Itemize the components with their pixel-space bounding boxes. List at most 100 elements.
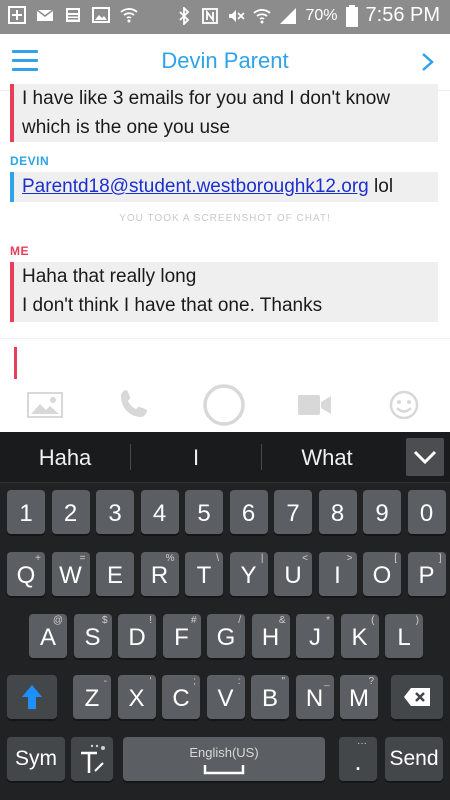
- message-line: Haha that really long: [22, 266, 197, 287]
- key-m[interactable]: ? M: [340, 675, 378, 719]
- suggestion-i[interactable]: I: [131, 432, 261, 482]
- key-label: I: [334, 562, 341, 589]
- key-label: U: [284, 562, 302, 589]
- sender-label: DEVIN: [10, 154, 50, 168]
- key-b[interactable]: " B: [251, 675, 289, 719]
- suggestion-haha[interactable]: Haha: [0, 432, 130, 482]
- key-label: 2: [63, 500, 78, 527]
- key-label: D: [128, 624, 146, 651]
- chat-title[interactable]: Devin Parent: [0, 48, 450, 74]
- key-label: H: [261, 624, 280, 651]
- key-2[interactable]: 2: [51, 490, 90, 534]
- key-label: J: [309, 624, 321, 651]
- chevron-right-icon[interactable]: [420, 52, 436, 72]
- news-icon: [66, 8, 80, 22]
- battery-percent: 70%: [305, 6, 338, 24]
- key-4[interactable]: 4: [140, 490, 179, 534]
- sym-label: Sym: [15, 747, 57, 770]
- add-notification-icon: [8, 6, 26, 24]
- backspace-key[interactable]: [391, 675, 443, 719]
- image-icon[interactable]: [27, 392, 63, 418]
- key-label: G: [216, 624, 236, 651]
- suggestion-what[interactable]: What: [262, 432, 392, 482]
- key-8[interactable]: 8: [318, 490, 357, 534]
- key-label: M: [349, 685, 369, 712]
- send-label: Send: [389, 747, 439, 770]
- key-label: B: [261, 685, 278, 712]
- key-1[interactable]: 1: [7, 490, 45, 534]
- capture-button[interactable]: [202, 383, 246, 427]
- battery-icon: [345, 4, 358, 27]
- key-6[interactable]: 6: [229, 490, 268, 534]
- key-z[interactable]: -Z: [73, 675, 111, 719]
- key-f[interactable]: # F: [162, 614, 201, 658]
- key-label: X: [128, 685, 145, 712]
- key-w[interactable]: = W: [51, 552, 90, 596]
- space-bar-icon: [203, 765, 245, 775]
- text-tools-key[interactable]: [71, 737, 113, 781]
- key-o[interactable]: [O: [363, 552, 401, 596]
- key-label: F: [174, 624, 189, 651]
- collapse-suggestions-button[interactable]: [406, 438, 444, 476]
- shift-arrow-icon: [22, 685, 42, 709]
- send-key[interactable]: Send: [385, 737, 443, 781]
- key-label: 3: [108, 500, 122, 527]
- key-label: S: [84, 624, 101, 651]
- message-input[interactable]: [0, 338, 450, 383]
- key-x[interactable]: ' X: [117, 675, 156, 719]
- chat-actions: [0, 382, 450, 430]
- key-5[interactable]: 5: [185, 490, 223, 534]
- key-g[interactable]: / G: [207, 614, 245, 658]
- period-key[interactable]: ··· .: [339, 737, 377, 781]
- message-line: which is the one you use: [22, 117, 231, 138]
- key-k[interactable]: (K: [340, 614, 379, 658]
- key-label: 7: [286, 500, 300, 527]
- key-t[interactable]: \ T: [185, 552, 223, 596]
- key-v[interactable]: :V: [206, 675, 245, 719]
- key-label: Z: [84, 685, 100, 712]
- key-q[interactable]: + Q: [7, 552, 45, 596]
- sym-key[interactable]: Sym: [7, 737, 65, 781]
- key-p[interactable]: ] P: [407, 552, 446, 596]
- wifi-icon: [253, 8, 272, 23]
- chat-message: Parentd18@student.westboroughk12.org lol: [10, 172, 438, 202]
- key-h[interactable]: & H: [251, 614, 290, 658]
- key-n[interactable]: _ N: [295, 675, 334, 719]
- key-d[interactable]: ! D: [118, 614, 156, 658]
- email-link[interactable]: Parentd18@student.westboroughk12.org: [22, 176, 369, 197]
- key-e[interactable]: E: [96, 552, 134, 596]
- key-l[interactable]: ) L: [385, 614, 423, 658]
- signal-icon: [280, 7, 297, 24]
- key-0[interactable]: 0: [407, 490, 446, 534]
- key-u[interactable]: < U: [274, 552, 312, 596]
- chevron-down-icon: [413, 450, 437, 465]
- key-j[interactable]: * J: [296, 614, 334, 658]
- emoji-icon[interactable]: [389, 390, 419, 420]
- key-y[interactable]: | Y: [229, 552, 268, 596]
- wifi-alert-icon: [120, 8, 138, 23]
- key-i[interactable]: > I: [318, 552, 357, 596]
- chat-header: Devin Parent: [0, 34, 450, 91]
- key-a[interactable]: @ A: [29, 614, 67, 658]
- backspace-icon: [404, 688, 430, 706]
- phone-icon[interactable]: [118, 388, 150, 420]
- system-icons: 70% 7:56 PM: [175, 4, 440, 27]
- key-3[interactable]: 3: [96, 490, 134, 534]
- key-s[interactable]: $ S: [73, 614, 112, 658]
- keyboard: Haha I What 1 2 3 4 5 6 7 8 9 0 + Q = W E % R \ T | Y < U > I[O]…: [0, 432, 450, 800]
- shift-key[interactable]: [7, 675, 57, 719]
- bluetooth-icon: [179, 6, 190, 25]
- key-label: C: [172, 685, 190, 712]
- key-c[interactable]: ; C: [162, 675, 200, 719]
- key-label: 6: [241, 500, 256, 527]
- suggestion-bar: Haha I What: [0, 432, 450, 483]
- video-icon[interactable]: [298, 394, 332, 416]
- key-9[interactable]: 9: [363, 490, 401, 534]
- key-label: 0: [419, 500, 434, 527]
- key-label: 4: [152, 500, 167, 527]
- space-key[interactable]: English(US): [123, 737, 325, 781]
- key-label: O: [372, 562, 392, 589]
- key-label: 1: [19, 500, 33, 527]
- key-r[interactable]: % R: [140, 552, 179, 596]
- key-7[interactable]: 7: [274, 490, 312, 534]
